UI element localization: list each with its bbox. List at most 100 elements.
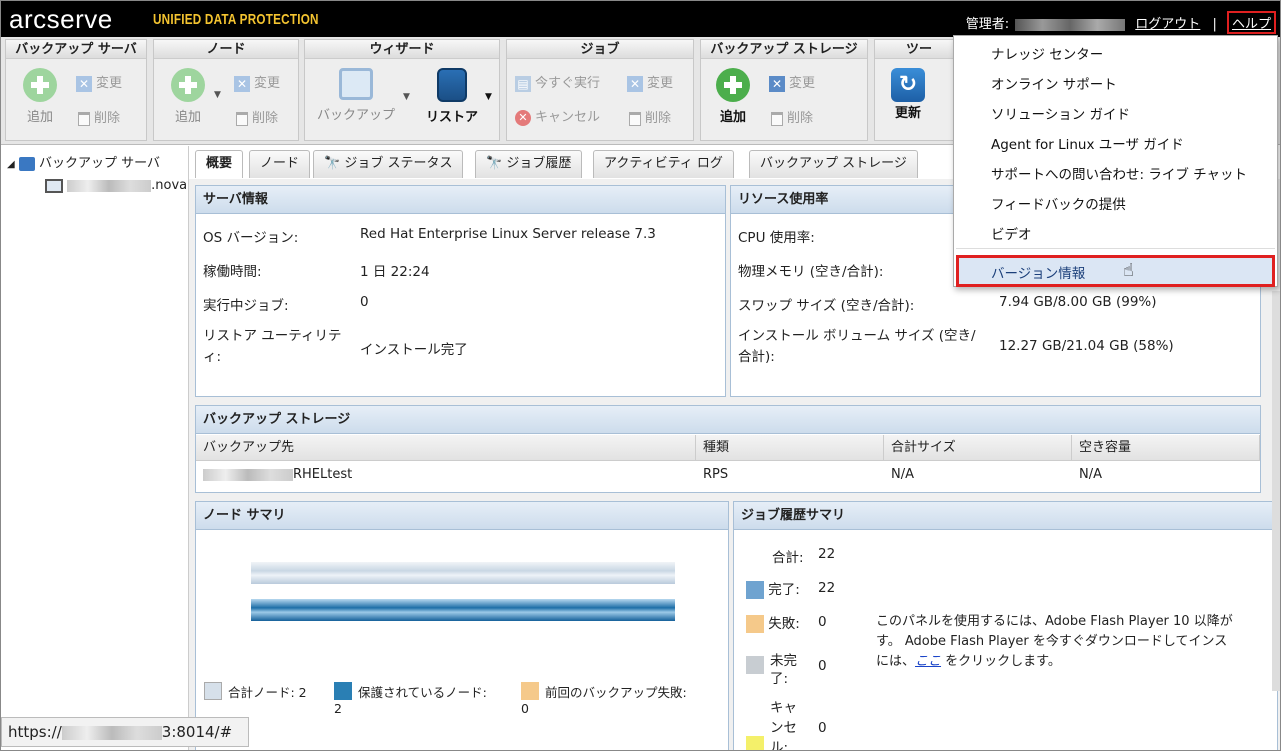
help-dropdown-menu: ナレッジ センター オンライン サポート ソリューション ガイド Agent f… xyxy=(953,35,1278,287)
uptime-value: 1 日 22:24 xyxy=(360,264,430,280)
storage-add-button[interactable]: 追加 xyxy=(713,68,753,125)
column-header-type[interactable]: 種類 xyxy=(696,435,884,461)
group-backup-storage: バックアップ ストレージ 追加 ✕ 変更 削除 xyxy=(700,39,868,141)
help-link[interactable]: ヘルプ xyxy=(1232,17,1271,32)
menu-item-online-support[interactable]: オンライン サポート xyxy=(991,73,1117,93)
menu-item-live-chat[interactable]: サポートへの問い合わせ: ライブ チャット xyxy=(991,163,1247,183)
tree-node-server[interactable]: .nova xyxy=(45,178,187,193)
backup-server-delete-button[interactable]: 削除 xyxy=(78,107,120,126)
total-nodes-bar xyxy=(251,562,675,584)
flash-download-link[interactable]: ここ xyxy=(915,654,941,669)
tab-backup-storage[interactable]: バックアップ ストレージ xyxy=(749,150,918,178)
button-label: バックアップ xyxy=(316,108,395,123)
app-window: arcserve UNIFIED DATA PROTECTION 管理者: ログ… xyxy=(0,0,1281,751)
header-bar: arcserve UNIFIED DATA PROTECTION 管理者: ログ… xyxy=(1,1,1280,37)
button-label: 追加 xyxy=(26,110,53,125)
dropdown-arrow-icon[interactable]: ▼ xyxy=(214,90,221,100)
group-title: ジョブ xyxy=(507,40,693,59)
panel-title: ノード サマリ xyxy=(196,502,728,530)
menu-item-solution-guide[interactable]: ソリューション ガイド xyxy=(991,103,1130,123)
cancel-job-button[interactable]: ✕ キャンセル xyxy=(515,106,600,126)
job-cancelled-value: 0 xyxy=(818,720,827,736)
refresh-button[interactable]: ↻ 更新 xyxy=(883,68,933,121)
job-incomplete-value: 0 xyxy=(818,658,827,674)
help-menu-button[interactable]: ヘルプ xyxy=(1226,11,1276,34)
vertical-scrollbar[interactable] xyxy=(1272,291,1280,691)
edit-icon: ✕ xyxy=(76,75,92,92)
backup-server-modify-button[interactable]: ✕ 変更 xyxy=(76,72,122,92)
tab-job-history[interactable]: 🔭 ジョブ履歴 xyxy=(475,150,583,178)
legend-swatch xyxy=(746,736,764,750)
collapse-arrow-icon[interactable]: ◢ xyxy=(7,159,15,170)
legend-swatch xyxy=(746,656,764,674)
node-modify-button[interactable]: ✕ 変更 xyxy=(234,72,280,92)
logo: arcserve xyxy=(9,4,113,34)
group-title: バックアップ サーバ xyxy=(6,40,146,59)
button-label: 追加 xyxy=(174,110,201,125)
add-icon xyxy=(171,68,205,102)
column-header-free-space[interactable]: 空き容量 xyxy=(1072,435,1260,461)
node-delete-button[interactable]: 削除 xyxy=(236,107,278,126)
uptime-label: 稼働時間: xyxy=(203,264,262,280)
button-label: 変更 xyxy=(96,76,123,91)
button-label: 削除 xyxy=(94,111,121,126)
backup-wizard-button[interactable]: バックアップ xyxy=(311,68,401,123)
group-backup-server: バックアップ サーバ 追加 ✕ 変更 削除 xyxy=(5,39,147,141)
button-label: リストア xyxy=(425,110,478,125)
tab-overview[interactable]: 概要 xyxy=(195,150,244,178)
dropdown-arrow-icon[interactable]: ▼ xyxy=(485,92,492,102)
menu-item-video[interactable]: ビデオ xyxy=(991,223,1032,243)
status-url-prefix: https:// xyxy=(8,723,62,741)
restore-db-icon xyxy=(437,68,467,102)
legend-swatch xyxy=(204,682,222,700)
legend-label: 合計ノード: 2 xyxy=(228,685,307,700)
storage-modify-button[interactable]: ✕ 変更 xyxy=(769,72,815,92)
column-header-destination[interactable]: バックアップ先 xyxy=(196,435,696,461)
swap-size-value: 7.94 GB/8.00 GB (99%) xyxy=(999,294,1157,310)
column-header-total-size[interactable]: 合計サイズ xyxy=(884,435,1072,461)
binoculars-icon: 🔭 xyxy=(486,156,507,171)
button-label: 削除 xyxy=(787,111,814,126)
button-label: キャンセル xyxy=(535,110,601,125)
backup-storage-panel: バックアップ ストレージ バックアップ先 種類 合計サイズ 空き容量 RHELt… xyxy=(195,405,1261,493)
legend-label: 完了: xyxy=(768,582,800,598)
menu-item-knowledge-center[interactable]: ナレッジ センター xyxy=(991,43,1103,63)
button-label: 削除 xyxy=(645,111,672,126)
tab-node[interactable]: ノード xyxy=(249,150,311,178)
group-title: ツー xyxy=(875,40,963,59)
tree-root-backup-server[interactable]: ◢ バックアップ サーバ xyxy=(7,152,160,171)
panel-title: バックアップ ストレージ xyxy=(196,406,1260,434)
logout-link[interactable]: ログアウト xyxy=(1135,17,1200,32)
menu-item-agent-linux-guide[interactable]: Agent for Linux ユーザ ガイド xyxy=(991,133,1184,153)
trash-icon xyxy=(771,111,783,126)
restore-utility-label: リストア ユーティリティ: xyxy=(203,328,342,365)
storage-delete-button[interactable]: 削除 xyxy=(771,107,813,126)
dropdown-arrow-icon[interactable]: ▼ xyxy=(403,92,410,102)
tab-activity-log[interactable]: アクティビティ ログ xyxy=(593,150,734,178)
computer-icon xyxy=(45,178,63,193)
run-now-button[interactable]: ▤ 今すぐ実行 xyxy=(515,72,600,92)
button-label: 変更 xyxy=(254,76,281,91)
logo-subtitle: UNIFIED DATA PROTECTION xyxy=(153,11,319,28)
edit-icon: ✕ xyxy=(627,75,643,92)
node-add-button[interactable]: 追加 xyxy=(168,68,208,125)
job-cancelled-row: キャンセル: xyxy=(746,698,802,750)
swap-size-label: スワップ サイズ (空き/合計): xyxy=(738,298,915,314)
backup-server-add-button[interactable]: 追加 xyxy=(20,68,60,125)
job-modify-button[interactable]: ✕ 変更 xyxy=(627,72,673,92)
status-url-suffix: 3:8014/# xyxy=(161,723,233,741)
restore-wizard-button[interactable]: リストア xyxy=(419,68,485,125)
legend-swatch xyxy=(746,581,764,599)
job-delete-button[interactable]: 削除 xyxy=(629,107,671,126)
table-row-destination[interactable]: RHELtest xyxy=(196,462,696,488)
running-jobs-value: 0 xyxy=(360,294,369,310)
admin-name-redacted xyxy=(1015,18,1126,31)
tab-job-status[interactable]: 🔭 ジョブ ステータス xyxy=(313,150,464,178)
trash-icon xyxy=(236,111,248,126)
menu-item-version-info[interactable]: バージョン情報 ☝ xyxy=(956,255,1275,287)
os-version-label: OS バージョン: xyxy=(203,230,299,246)
menu-item-feedback[interactable]: フィードバックの提供 xyxy=(991,193,1126,213)
tree-root-label: バックアップ サーバ xyxy=(38,156,160,171)
install-volume-label: インストール ボリューム サイズ (空き/合計): xyxy=(738,328,976,365)
binoculars-icon: 🔭 xyxy=(324,156,345,171)
